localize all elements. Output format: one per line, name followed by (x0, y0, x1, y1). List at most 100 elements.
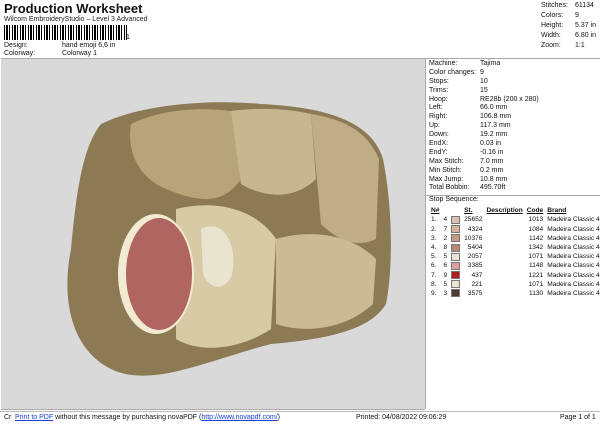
info-label: EndX: (429, 140, 449, 148)
info-value: -0.16 in (480, 148, 504, 156)
row-index: 7. (431, 271, 437, 279)
summary-value: 1:1 (575, 42, 585, 49)
thread-brand: Madeira Classic 40 (547, 234, 600, 242)
summary-label: Width: (541, 32, 561, 39)
thread-code: 1148 (529, 262, 544, 270)
table-row: 8. 5 221 1071 Madeira Classic 40 (429, 280, 600, 289)
column-header: Code (526, 207, 544, 215)
color-swatch (449, 215, 462, 224)
summary-label: Height: (541, 22, 564, 29)
machine-row: Right: 106.8 mm (429, 113, 600, 122)
thread-color-icon (451, 252, 461, 261)
needle-number: 5 (443, 253, 448, 261)
stitch-count: 3575 (467, 289, 483, 297)
thread-color-icon (451, 261, 461, 270)
info-label: Total Bobbin: (429, 184, 470, 192)
thread-brand: Madeira Classic 40 (547, 244, 600, 252)
barcode-digit: 1 (126, 34, 130, 41)
thread-code: 1142 (529, 234, 544, 242)
color-swatch (449, 280, 462, 289)
stitch-count: 221 (471, 280, 483, 288)
thread-brand: Madeira Classic 40 (547, 253, 600, 261)
footer-bar: Cr Print to PDF without this message by … (0, 411, 600, 425)
info-label: Max Stitch: (429, 157, 464, 165)
table-row: 4. 8 5404 1342 Madeira Classic 40 (429, 243, 600, 252)
thread-color-icon (451, 215, 461, 224)
stitch-count: 5404 (467, 244, 483, 252)
description (484, 243, 524, 252)
thread-color-icon (451, 243, 461, 252)
description (484, 225, 524, 234)
column-header: St. (464, 207, 473, 215)
description (484, 215, 524, 224)
stitch-count: 10376 (464, 234, 483, 242)
row-index: 2. (431, 225, 437, 233)
page-number: Page 1 of 1 (560, 414, 596, 421)
needle-number: 8 (443, 244, 448, 252)
stitch-count: 25652 (464, 216, 483, 224)
thread-code: 1084 (528, 225, 544, 233)
machine-row: Color changes: 9 (429, 69, 600, 78)
thread-brand: Madeira Classic 40 (547, 289, 600, 297)
row-index: 3. (431, 234, 437, 242)
color-swatch (449, 252, 462, 261)
summary-value: 9 (575, 12, 579, 19)
thread-color-icon (451, 271, 461, 280)
thread-brand: Madeira Classic 40 (547, 280, 600, 288)
description (484, 289, 524, 298)
column-header (441, 206, 449, 215)
needle-number: 7 (443, 225, 448, 233)
thread-color-icon (451, 280, 461, 289)
machine-row: Trims: 15 (429, 87, 600, 96)
description (484, 270, 524, 279)
footer-close: ) (277, 414, 280, 421)
details-panel: Machine: Tajima Color changes: 9 Stops: 10 … (425, 58, 600, 409)
color-swatch (449, 243, 462, 252)
color-swatch (449, 270, 462, 280)
needle-number: 9 (443, 271, 448, 279)
description (484, 234, 524, 243)
summary-row: Colors: 9 (541, 11, 596, 21)
table-row: 5. 5 2057 1071 Madeira Classic 40 (429, 252, 600, 261)
table-header-row: N# St. Description Code Brand (429, 206, 600, 215)
design-preview (1, 58, 425, 410)
info-value: 117.3 mm (480, 122, 511, 130)
novapdf-url-link[interactable]: http://www.novapdf.com/ (201, 414, 277, 421)
color-swatch (449, 261, 462, 270)
info-label: Trims: (429, 86, 449, 94)
needle-number: 3 (443, 289, 448, 297)
summary-row: Width: 6.80 in (541, 31, 596, 41)
footer-message: Print to PDF without this message by pur… (15, 414, 280, 421)
summary-row: Height: 5.37 in (541, 21, 596, 31)
summary-value: 6.80 in (575, 32, 597, 39)
colorway-label: Colorway: (4, 50, 36, 57)
stitch-count: 437 (471, 271, 483, 279)
info-label: Min Stitch: (429, 166, 462, 174)
thread-code: 1342 (528, 244, 544, 252)
summary-label: Zoom: (541, 42, 561, 49)
info-label: Machine: (429, 60, 458, 67)
machine-row: Left: 66.0 mm (429, 104, 600, 113)
machine-row: Stops: 10 (429, 78, 600, 87)
design-value: hand emoji 6,6 in (62, 42, 116, 49)
color-swatch (449, 289, 462, 298)
design-label: Design: (4, 42, 28, 49)
info-value: Tajima (480, 60, 501, 67)
table-row: 3. 2 10376 1142 Madeira Classic 40 (429, 234, 600, 243)
stitch-count: 4324 (467, 225, 483, 233)
machine-row: EndX: 0.03 in (429, 140, 600, 149)
thread-brand: Madeira Classic 40 (547, 216, 600, 224)
needle-number: 2 (443, 234, 448, 242)
row-index: 4. (431, 244, 437, 252)
print-to-pdf-link[interactable]: Print to PDF (15, 414, 53, 421)
info-label: Stops: (429, 77, 449, 85)
info-value: 106.8 mm (480, 113, 512, 121)
footer-message-text: without this message by purchasing novaP… (53, 414, 202, 421)
footer-prefix: Cr (4, 414, 12, 421)
column-header: Brand (547, 207, 567, 215)
fist-embroidery-image (67, 102, 391, 376)
machine-row: Hoop: RE28b (200 x 280) (429, 96, 600, 105)
info-label: Max Jump: (429, 175, 464, 183)
machine-row: Max Stitch: 7.0 mm (429, 158, 600, 167)
page-title: Production Worksheet (4, 1, 143, 16)
